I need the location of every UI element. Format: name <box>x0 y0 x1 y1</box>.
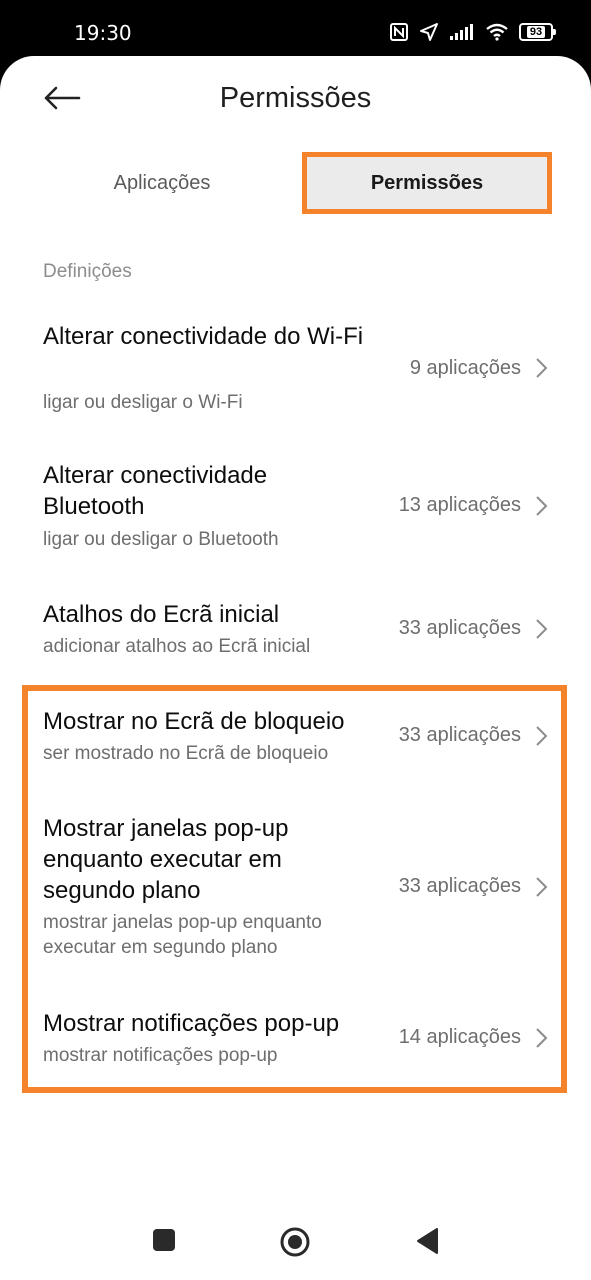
battery-level: 93 <box>526 26 546 38</box>
wifi-icon <box>486 23 508 41</box>
battery-icon: 93 <box>519 23 556 41</box>
item-subtitle: ser mostrado no Ecrã de bloqueio <box>43 743 329 764</box>
item-subtitle: mostrar notificações pop-up <box>43 1045 278 1066</box>
back-triangle-icon[interactable] <box>415 1227 439 1255</box>
location-arrow-icon <box>420 23 438 41</box>
permission-item-wifi[interactable]: Alterar conectividade do Wi-Fi ligar ou … <box>0 311 591 431</box>
chevron-right-icon <box>536 877 548 897</box>
header: Permissões <box>0 56 591 146</box>
permission-item-bluetooth[interactable]: Alterar conectividade Bluetooth ligar ou… <box>0 450 591 570</box>
nfc-icon <box>390 23 408 41</box>
permission-item-background-popups[interactable]: Mostrar janelas pop-up enquanto executar… <box>0 803 591 973</box>
item-title: Mostrar notificações pop-up <box>43 1010 340 1037</box>
item-subtitle: adicionar atalhos ao Ecrã inicial <box>43 636 311 657</box>
chevron-right-icon <box>536 358 548 378</box>
tab-bar: Aplicações Permissões <box>0 152 591 216</box>
section-label: Definições <box>43 261 132 282</box>
item-count: 33 aplicações <box>398 724 521 746</box>
status-icons: 93 <box>389 22 556 42</box>
chevron-right-icon <box>536 726 548 746</box>
page-title: Permissões <box>219 82 372 114</box>
navigation-bar <box>0 1216 591 1280</box>
status-bar: 19:30 93 <box>0 0 591 60</box>
chevron-right-icon <box>536 619 548 639</box>
item-title: Atalhos do Ecrã inicial <box>43 601 280 628</box>
item-subtitle: ligar ou desligar o Bluetooth <box>43 529 279 550</box>
item-subtitle: ligar ou desligar o Wi-Fi <box>43 392 243 413</box>
item-title: Alterar conectividade do Wi-Fi <box>43 323 364 350</box>
item-subtitle: mostrar janelas pop-up enquanto executar… <box>43 912 322 958</box>
permission-item-home-shortcuts[interactable]: Atalhos do Ecrã inicial adicionar atalho… <box>0 589 591 679</box>
item-title: Mostrar no Ecrã de bloqueio <box>43 708 345 735</box>
chevron-right-icon <box>536 496 548 516</box>
tab-permissions[interactable]: Permissões <box>302 152 552 214</box>
status-time: 19:30 <box>74 21 132 45</box>
item-count: 13 aplicações <box>398 494 521 516</box>
permission-item-popup-notifications[interactable]: Mostrar notificações pop-up mostrar noti… <box>0 998 591 1088</box>
signal-icon <box>450 24 473 40</box>
item-title: Alterar conectividade Bluetooth <box>43 462 268 520</box>
home-circle-icon[interactable] <box>279 1226 311 1258</box>
item-count: 33 aplicações <box>398 617 521 639</box>
item-count: 14 aplicações <box>398 1026 521 1048</box>
permission-item-lock-screen[interactable]: Mostrar no Ecrã de bloqueio ser mostrado… <box>0 696 591 786</box>
recents-square-icon[interactable] <box>152 1228 176 1252</box>
tab-applications[interactable]: Aplicações <box>40 152 284 214</box>
chevron-right-icon <box>536 1028 548 1048</box>
permissions-screen: Permissões Aplicações Permissões Definiç… <box>0 56 591 1280</box>
item-count: 9 aplicações <box>409 357 521 379</box>
item-count: 33 aplicações <box>398 875 521 897</box>
item-title: Mostrar janelas pop-up enquanto executar… <box>43 815 289 904</box>
